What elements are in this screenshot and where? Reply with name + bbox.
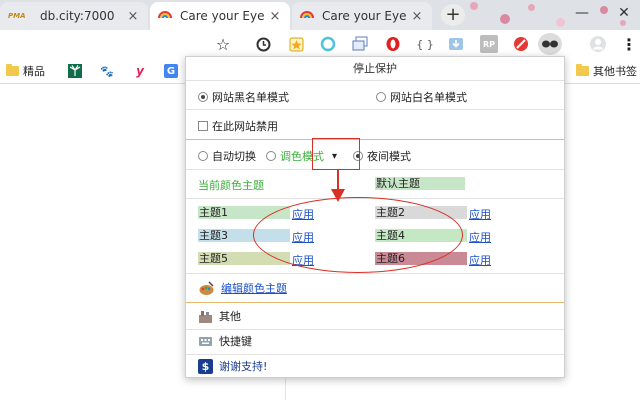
theme-name: 主题1 bbox=[199, 206, 228, 219]
bookmark-paw[interactable]: 🐾 bbox=[100, 63, 114, 79]
palm-icon bbox=[68, 64, 82, 78]
tab-db-city[interactable]: PMA db.city:7000 × bbox=[0, 2, 148, 30]
care-your-eyes-favicon-icon bbox=[158, 11, 172, 19]
thanks-row[interactable]: $ 谢谢支持! bbox=[198, 358, 267, 374]
bookmark-folder-other[interactable]: 其他书签 bbox=[576, 63, 637, 79]
tab-title: Care your Eyes bbox=[322, 9, 406, 23]
opera-icon[interactable] bbox=[384, 35, 402, 53]
stop-protection-button[interactable]: 停止保护 bbox=[186, 57, 564, 81]
history-icon[interactable] bbox=[254, 35, 272, 53]
tab-strip: PMA db.city:7000 × Care your Eyes × Care… bbox=[0, 0, 640, 30]
divider bbox=[186, 109, 564, 110]
annotation-highlight-box bbox=[312, 138, 360, 170]
whitelist-radio[interactable] bbox=[376, 92, 386, 102]
theme-name: 主题3 bbox=[199, 229, 228, 242]
other-row[interactable]: 其他 bbox=[198, 308, 241, 324]
blossom-decoration bbox=[556, 18, 565, 27]
blossom-decoration bbox=[528, 4, 535, 11]
close-tab-icon[interactable]: × bbox=[410, 9, 424, 24]
disable-on-site-option[interactable]: 在此网站禁用 bbox=[198, 118, 278, 134]
whitelist-label: 网站白名单模式 bbox=[390, 91, 467, 104]
dollar-icon: $ bbox=[198, 358, 213, 374]
profile-icon[interactable] bbox=[589, 35, 607, 53]
thanks-link[interactable]: 谢谢支持! bbox=[219, 358, 267, 374]
close-tab-icon[interactable]: × bbox=[126, 9, 140, 24]
bookmark-folder-jingpin[interactable]: 精品 bbox=[6, 63, 45, 79]
paw-icon: 🐾 bbox=[100, 64, 114, 78]
divider bbox=[186, 139, 564, 140]
auto-switch-label: 自动切换 bbox=[212, 150, 256, 163]
other-label: 其他 bbox=[219, 310, 241, 323]
annotation-ellipse bbox=[253, 197, 463, 273]
minimize-button[interactable]: — bbox=[572, 6, 592, 20]
blossom-decoration bbox=[470, 2, 478, 10]
y-icon: y bbox=[136, 64, 144, 78]
rp-icon[interactable]: RP bbox=[480, 35, 498, 53]
bookmark-label: 精品 bbox=[23, 65, 45, 78]
care-your-eyes-favicon-icon bbox=[300, 11, 314, 19]
menu-icon[interactable]: ⋮ bbox=[620, 35, 638, 54]
folder-icon bbox=[576, 64, 589, 76]
pma-favicon-icon: PMA bbox=[8, 12, 26, 20]
palette-icon bbox=[199, 280, 214, 295]
divider bbox=[186, 302, 564, 303]
blacklist-label: 网站黑名单模式 bbox=[212, 91, 289, 104]
apply-theme-2-link[interactable]: 应用 bbox=[469, 206, 491, 222]
divider bbox=[186, 273, 564, 274]
default-theme-swatch: 默认主题 bbox=[375, 177, 465, 190]
blacklist-mode-option[interactable]: 网站黑名单模式 bbox=[198, 89, 289, 105]
tab-title: Care your Eyes bbox=[180, 9, 264, 23]
night-mode-option[interactable]: 夜间模式 bbox=[353, 148, 411, 164]
auto-switch-option[interactable]: 自动切换 bbox=[198, 148, 256, 164]
theme-name: 主题5 bbox=[199, 252, 228, 265]
folder-icon bbox=[6, 64, 19, 76]
auto-switch-radio[interactable] bbox=[198, 151, 208, 161]
divider bbox=[186, 329, 564, 330]
divider bbox=[186, 169, 564, 170]
blacklist-radio[interactable] bbox=[198, 92, 208, 102]
disable-label: 在此网站禁用 bbox=[212, 120, 278, 133]
disable-checkbox[interactable] bbox=[198, 121, 208, 131]
whitelist-mode-option[interactable]: 网站白名单模式 bbox=[376, 89, 467, 105]
divider bbox=[186, 354, 564, 355]
shortcut-label: 快捷键 bbox=[219, 335, 252, 348]
new-tab-button[interactable]: + bbox=[441, 4, 465, 26]
current-theme-label: 当前颜色主题 bbox=[198, 179, 264, 192]
apply-theme-6-link[interactable]: 应用 bbox=[469, 252, 491, 268]
close-window-button[interactable]: ✕ bbox=[614, 6, 634, 20]
star-icon[interactable]: ☆ bbox=[214, 35, 232, 54]
toolbox-icon bbox=[199, 310, 212, 323]
browser-toolbar: ☆ { } RP ⋮ bbox=[0, 30, 640, 58]
edit-theme-row[interactable]: 编辑颜色主题 bbox=[198, 280, 287, 296]
no-icon[interactable] bbox=[512, 35, 530, 53]
default-theme-label: 默认主题 bbox=[376, 177, 420, 190]
blossom-decoration bbox=[600, 6, 608, 14]
care-your-eyes-icon[interactable] bbox=[538, 33, 562, 55]
tab-title: db.city:7000 bbox=[40, 9, 115, 23]
window-icon[interactable] bbox=[351, 35, 369, 53]
bookmark-google[interactable]: G bbox=[164, 63, 178, 79]
tab-care-your-eyes[interactable]: Care your Eyes × bbox=[292, 2, 432, 30]
bookmark-label: 其他书签 bbox=[593, 65, 637, 78]
tab-care-your-eyes-active[interactable]: Care your Eyes × bbox=[150, 2, 290, 30]
apply-theme-4-link[interactable]: 应用 bbox=[469, 229, 491, 245]
edit-theme-link[interactable]: 编辑颜色主题 bbox=[221, 280, 287, 296]
bookmark-y[interactable]: y bbox=[133, 63, 147, 79]
google-icon: G bbox=[164, 64, 178, 78]
close-tab-icon[interactable]: × bbox=[268, 9, 282, 24]
json-icon[interactable]: { } bbox=[414, 35, 436, 53]
circle-icon[interactable] bbox=[319, 35, 337, 53]
color-mode-radio[interactable] bbox=[266, 151, 276, 161]
blossom-decoration bbox=[500, 14, 510, 24]
night-mode-label: 夜间模式 bbox=[367, 150, 411, 163]
download-icon[interactable] bbox=[447, 35, 465, 53]
bookmark-star-icon[interactable] bbox=[287, 35, 305, 53]
shortcut-row[interactable]: 快捷键 bbox=[198, 333, 252, 349]
bookmark-palm[interactable] bbox=[68, 63, 82, 79]
keyboard-icon bbox=[199, 336, 212, 346]
